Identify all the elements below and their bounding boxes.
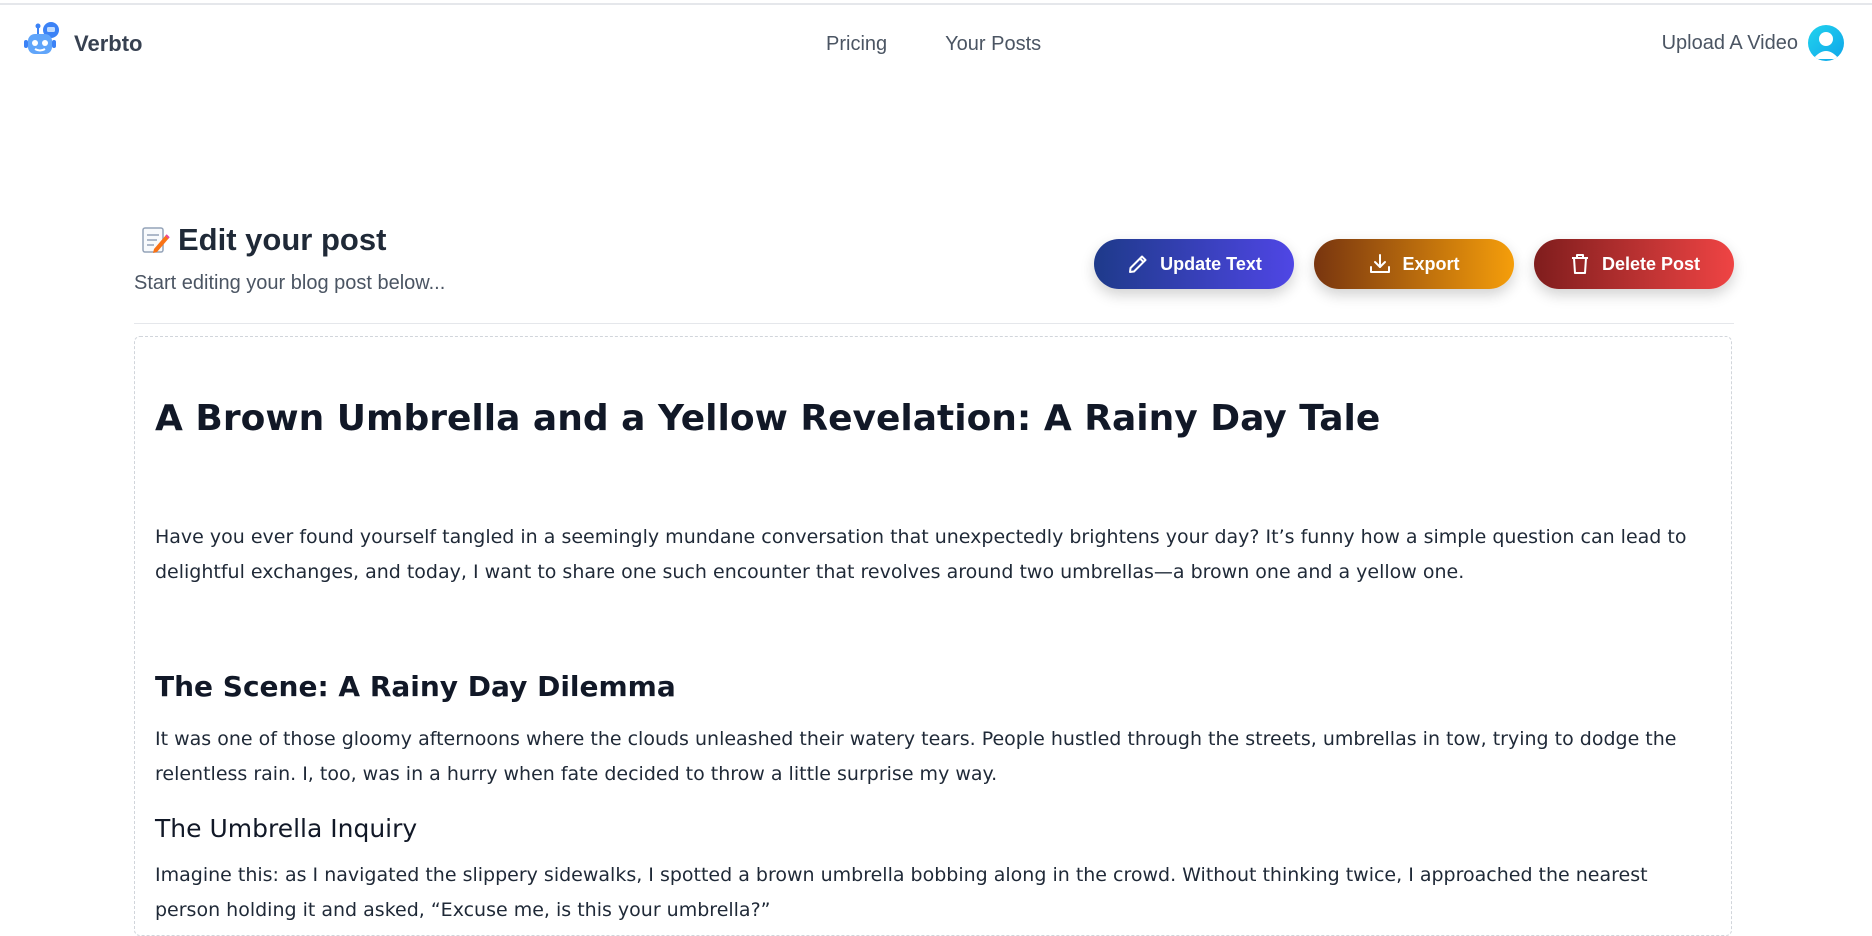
page-title: Edit your post (178, 222, 387, 257)
pencil-icon (1129, 255, 1147, 273)
top-navbar: Verbto Pricing Your Posts Upload A Video (0, 5, 1872, 83)
post-editor[interactable]: A Brown Umbrella and a Yellow Revelation… (134, 336, 1732, 936)
post-intro[interactable]: Have you ever found yourself tangled in … (155, 520, 1711, 590)
upload-video-link[interactable]: Upload A Video (1662, 32, 1798, 55)
subsection-heading[interactable]: The Umbrella Inquiry (155, 814, 1711, 844)
memo-pencil-icon (140, 225, 170, 255)
post-title[interactable]: A Brown Umbrella and a Yellow Revelation… (155, 397, 1711, 440)
delete-post-button[interactable]: Delete Post (1534, 239, 1734, 289)
brand-name: Verbto (74, 30, 143, 56)
subsection-body[interactable]: Imagine this: as I navigated the slipper… (155, 858, 1711, 928)
update-text-button[interactable]: Update Text (1094, 239, 1294, 289)
export-label: Export (1402, 253, 1460, 274)
header-divider (134, 323, 1734, 324)
section-heading[interactable]: The Scene: A Rainy Day Dilemma (155, 670, 1711, 704)
user-area: Upload A Video (1662, 25, 1844, 61)
delete-post-label: Delete Post (1601, 253, 1701, 274)
section-body[interactable]: It was one of those gloomy afternoons wh… (155, 722, 1711, 792)
export-button[interactable]: Export (1314, 239, 1514, 289)
robot-logo-icon (24, 21, 62, 66)
update-text-label: Update Text (1160, 253, 1262, 274)
post-actions: Update Text Export Delete Post (1094, 239, 1734, 289)
download-icon (1370, 254, 1391, 273)
trash-icon (1571, 254, 1588, 274)
nav-your-posts[interactable]: Your Posts (945, 33, 1041, 56)
brand[interactable]: Verbto (24, 21, 142, 66)
main-nav: Pricing Your Posts (826, 33, 1041, 56)
nav-pricing[interactable]: Pricing (826, 33, 887, 56)
user-avatar-icon[interactable] (1808, 25, 1844, 61)
